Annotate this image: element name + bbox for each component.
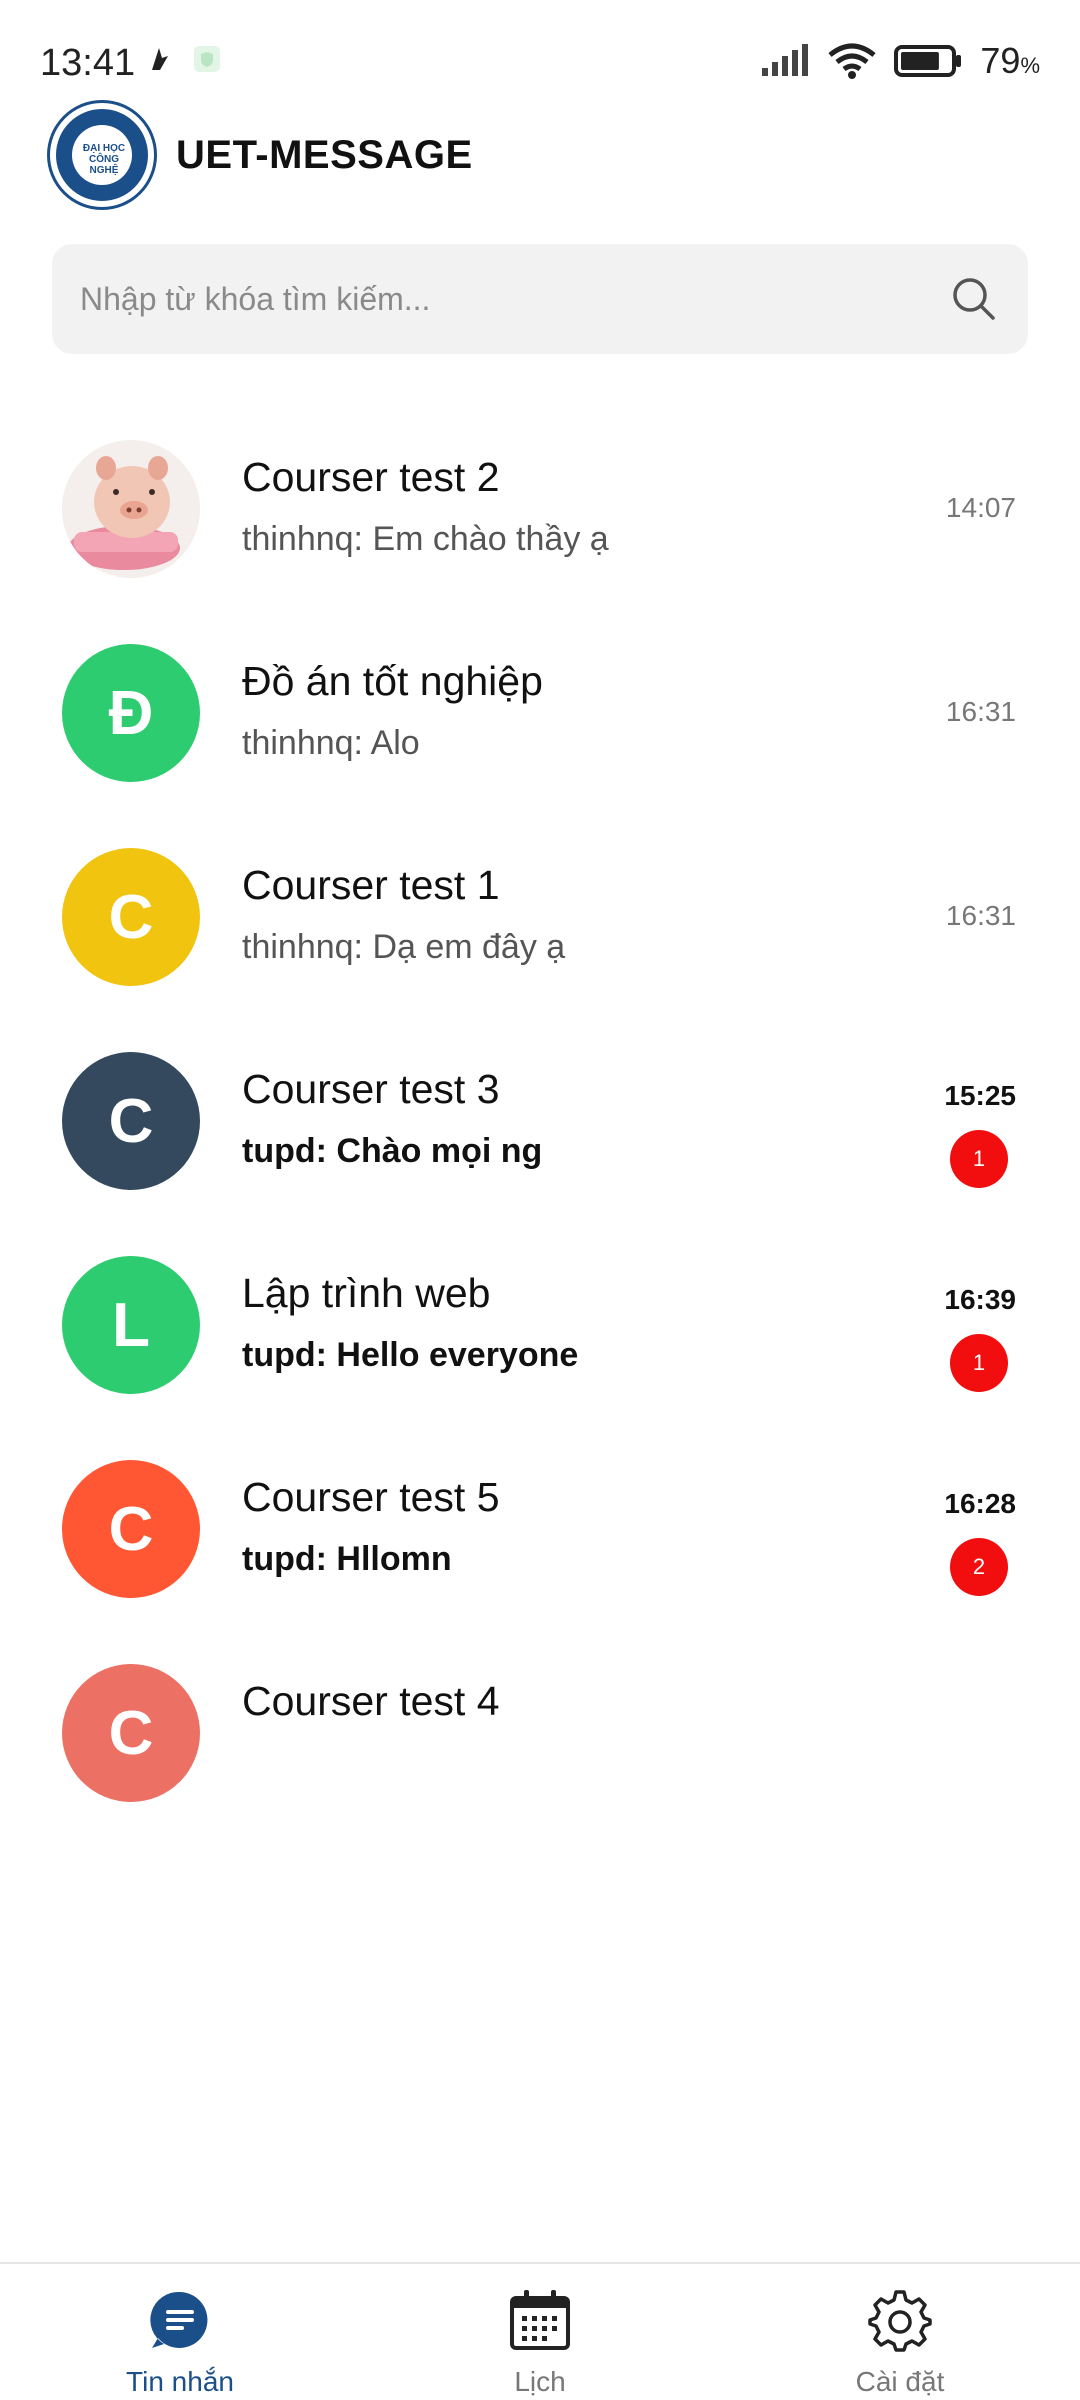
conversation-preview: tupd: Hllomn [242, 1540, 452, 1578]
conversation-item[interactable]: L Lập trình web tupd: Hello everyone 16:… [0, 1220, 1080, 1424]
bottom-nav: Tin nhắn Lịch Cài đặt [0, 2262, 1080, 2400]
conversation-time: 16:39 [944, 1284, 1016, 1315]
avatar: C [62, 1664, 200, 1802]
wifi-icon [828, 43, 876, 79]
chat-icon [148, 2288, 212, 2352]
battery-icon [894, 45, 962, 77]
screen: 13:41 79% ĐẠI HỌC CÔNG NGHỆ UET-MESSAGE … [0, 0, 1080, 2400]
gear-icon [868, 2288, 932, 2352]
conversation-preview: thinhnq: Em chào thầy ạ [242, 520, 609, 558]
conversation-name: Courser test 3 [242, 1066, 500, 1112]
status-bar: 13:41 79% [0, 0, 1080, 100]
app-title: UET-MESSAGE [176, 132, 473, 177]
app-logo: ĐẠI HỌC CÔNG NGHỆ [50, 103, 154, 207]
conversation-item[interactable]: C Courser test 3 tupd: Chào mọi ng 15:25… [0, 1016, 1080, 1220]
app-header: ĐẠI HỌC CÔNG NGHỆ UET-MESSAGE [50, 100, 473, 210]
conversation-item[interactable]: Đ Đồ án tốt nghiệp thinhnq: Alo 16:31 [0, 608, 1080, 812]
conversation-name: Courser test 1 [242, 862, 500, 908]
nav-label: Tin nhắn [126, 2366, 234, 2397]
conversation-preview: tupd: Hello everyone [242, 1336, 579, 1374]
shield-app-icon [194, 46, 220, 72]
search-bar[interactable] [52, 244, 1028, 354]
status-right: 79% [760, 40, 1040, 82]
conversation-item[interactable]: C Courser test 4 [0, 1628, 1080, 1832]
battery-text: 79% [980, 40, 1040, 81]
nav-label: Cài đặt [855, 2366, 945, 2397]
avatar [62, 440, 200, 578]
status-left-icons [148, 44, 222, 74]
nav-label: Lịch [514, 2366, 566, 2397]
conversation-item[interactable]: Courser test 2 thinhnq: Em chào thầy ạ 1… [0, 404, 1080, 608]
conversation-name: Courser test 5 [242, 1474, 500, 1520]
conversation-name: Courser test 2 [242, 454, 500, 500]
unread-badge: 1 [950, 1130, 1008, 1188]
conversation-item[interactable]: C Courser test 5 tupd: Hllomn 16:28 2 [0, 1424, 1080, 1628]
notification-glyph-icon [152, 48, 168, 70]
avatar: L [62, 1256, 200, 1394]
avatar: C [62, 848, 200, 986]
unread-badge: 2 [950, 1538, 1008, 1596]
conversation-time: 16:31 [945, 696, 1016, 727]
search-icon[interactable] [948, 273, 1000, 325]
conversation-item[interactable]: C Courser test 1 thinhnq: Dạ em đây ạ 16… [0, 812, 1080, 1016]
conversation-time: 15:25 [944, 1080, 1016, 1111]
nav-tab-calendar[interactable]: Lịch [360, 2264, 720, 2400]
status-time: 13:41 [40, 42, 136, 84]
conversation-list: Courser test 2 thinhnq: Em chào thầy ạ 1… [0, 404, 1080, 1832]
avatar: C [62, 1052, 200, 1190]
avatar: C [62, 1460, 200, 1598]
conversation-name: Lập trình web [242, 1270, 491, 1316]
avatar: Đ [62, 644, 200, 782]
conversation-time: 16:28 [944, 1488, 1016, 1519]
unread-badge: 1 [950, 1334, 1008, 1392]
signal-icon [762, 44, 809, 76]
search-input[interactable] [80, 280, 948, 318]
conversation-preview: thinhnq: Dạ em đây ạ [242, 928, 566, 966]
conversation-preview: thinhnq: Alo [242, 724, 420, 762]
calendar-icon [508, 2288, 572, 2352]
conversation-name: Đồ án tốt nghiệp [242, 658, 543, 704]
conversation-time: 16:31 [945, 900, 1016, 931]
conversation-name: Courser test 4 [242, 1678, 500, 1724]
nav-tab-settings[interactable]: Cài đặt [720, 2264, 1080, 2400]
nav-tab-messages[interactable]: Tin nhắn [0, 2264, 360, 2400]
conversation-preview: tupd: Chào mọi ng [242, 1132, 543, 1170]
conversation-time: 14:07 [945, 492, 1016, 523]
pig-plush-icon [62, 440, 200, 578]
